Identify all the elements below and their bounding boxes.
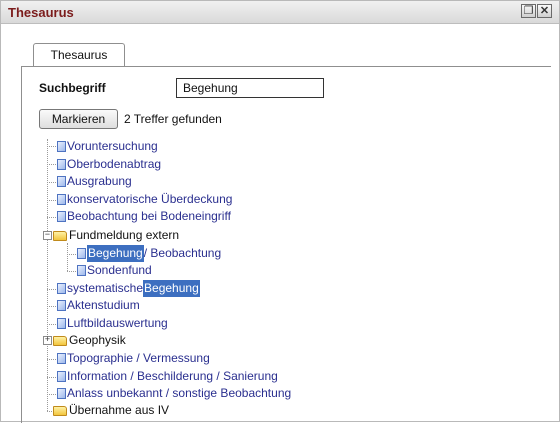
tree-item[interactable]: Anlass unbekannt / sonstige Beobachtung [57,385,291,402]
tree-folder-label: Fundmeldung extern [69,228,180,242]
title-bar: Thesaurus ❐ ✕ [1,1,559,24]
document-icon [77,265,86,276]
tree-item-label: Luftbildauswertung [67,316,168,330]
tree-item[interactable]: Aktenstudium [57,297,140,314]
result-count: 2 Treffer gefunden [124,112,222,126]
tree-line [47,377,56,378]
tree-item-label: Aktenstudium [67,298,140,312]
tree-line [47,306,56,307]
document-icon [77,248,86,259]
tree-item-label: Ausgrabung [67,174,132,188]
tree-item[interactable]: Sondenfund [77,262,152,279]
tree-item[interactable]: Luftbildauswertung [57,315,168,332]
restore-icon[interactable]: ❐ [521,4,536,18]
tab-divider [21,66,551,67]
tree-line [47,324,56,325]
folder-open-icon [53,230,67,241]
tree-folder[interactable]: Geophysik [53,332,126,349]
expand-toggle-icon[interactable]: + [43,336,52,345]
tree-line [47,182,56,183]
tree-item[interactable]: Voruntersuchung [57,138,158,155]
document-icon [57,176,66,187]
folder-icon [53,335,67,346]
tree-item[interactable]: systematische Begehung [57,280,200,297]
tree-item[interactable]: Topographie / Vermessung [57,350,210,367]
document-icon [57,141,66,152]
tree-item[interactable]: Ausgrabung [57,173,132,190]
tree-item-label: Beobachtung bei Bodeneingriff [67,209,231,223]
tree-line [47,394,56,395]
search-highlight: Begehung [87,245,144,262]
tree-line [47,164,56,165]
tab-thesaurus[interactable]: Thesaurus [33,43,125,66]
search-input[interactable]: Begehung [176,78,324,98]
tree-item-label: Anlass unbekannt / sonstige Beobachtung [67,386,292,400]
document-icon [57,353,66,364]
tree-line [47,289,56,290]
tree-line [67,271,76,272]
panel-border [21,66,22,423]
tree-item-label: Voruntersuchung [67,139,158,153]
tree-line [47,359,56,360]
document-icon [57,283,66,294]
tree-item[interactable]: Beobachtung bei Bodeneingriff [57,208,231,225]
document-icon [57,194,66,205]
tree-folder-label: Geophysik [69,333,126,347]
tree-line [47,139,48,411]
tree-line [47,217,56,218]
window-title: Thesaurus [8,5,74,20]
tree-line [47,146,56,147]
document-icon [57,371,66,382]
tree-item[interactable]: konservatorische Überdeckung [57,191,232,208]
close-icon[interactable]: ✕ [537,4,552,18]
tree-line [67,254,76,255]
tree-item-label: Information / Beschilderung / Sanierung [67,369,278,383]
mark-button[interactable]: Markieren [39,109,118,129]
tree-folder[interactable]: Fundmeldung extern [53,227,179,244]
tree-folder[interactable]: Übernahme aus IV [53,402,169,419]
tree-item-label: konservatorische Überdeckung [67,192,233,206]
document-icon [57,300,66,311]
tree-item-label: / Beobachtung [143,246,222,260]
thesaurus-window: Thesaurus ❐ ✕ Thesaurus Suchbegriff Bege… [0,0,560,423]
document-icon [57,388,66,399]
tree-item[interactable]: Begehung / Beobachtung [77,245,221,262]
search-highlight: Begehung [143,280,200,297]
search-label: Suchbegriff [39,81,106,95]
tree-item-label: Oberbodenabtrag [67,157,162,171]
tree-line [67,243,68,271]
document-icon [57,318,66,329]
folder-icon [53,405,67,416]
tree-folder-label: Übernahme aus IV [69,403,170,417]
tree-item-label: Sondenfund [87,263,152,277]
document-icon [57,211,66,222]
tree-item[interactable]: Information / Beschilderung / Sanierung [57,368,278,385]
tree-line [47,200,56,201]
tree-item[interactable]: Oberbodenabtrag [57,156,161,173]
tree-item-label: Topographie / Vermessung [67,351,210,365]
tree-item-label: systematische [67,281,144,295]
document-icon [57,159,66,170]
collapse-toggle-icon[interactable]: − [43,231,52,240]
